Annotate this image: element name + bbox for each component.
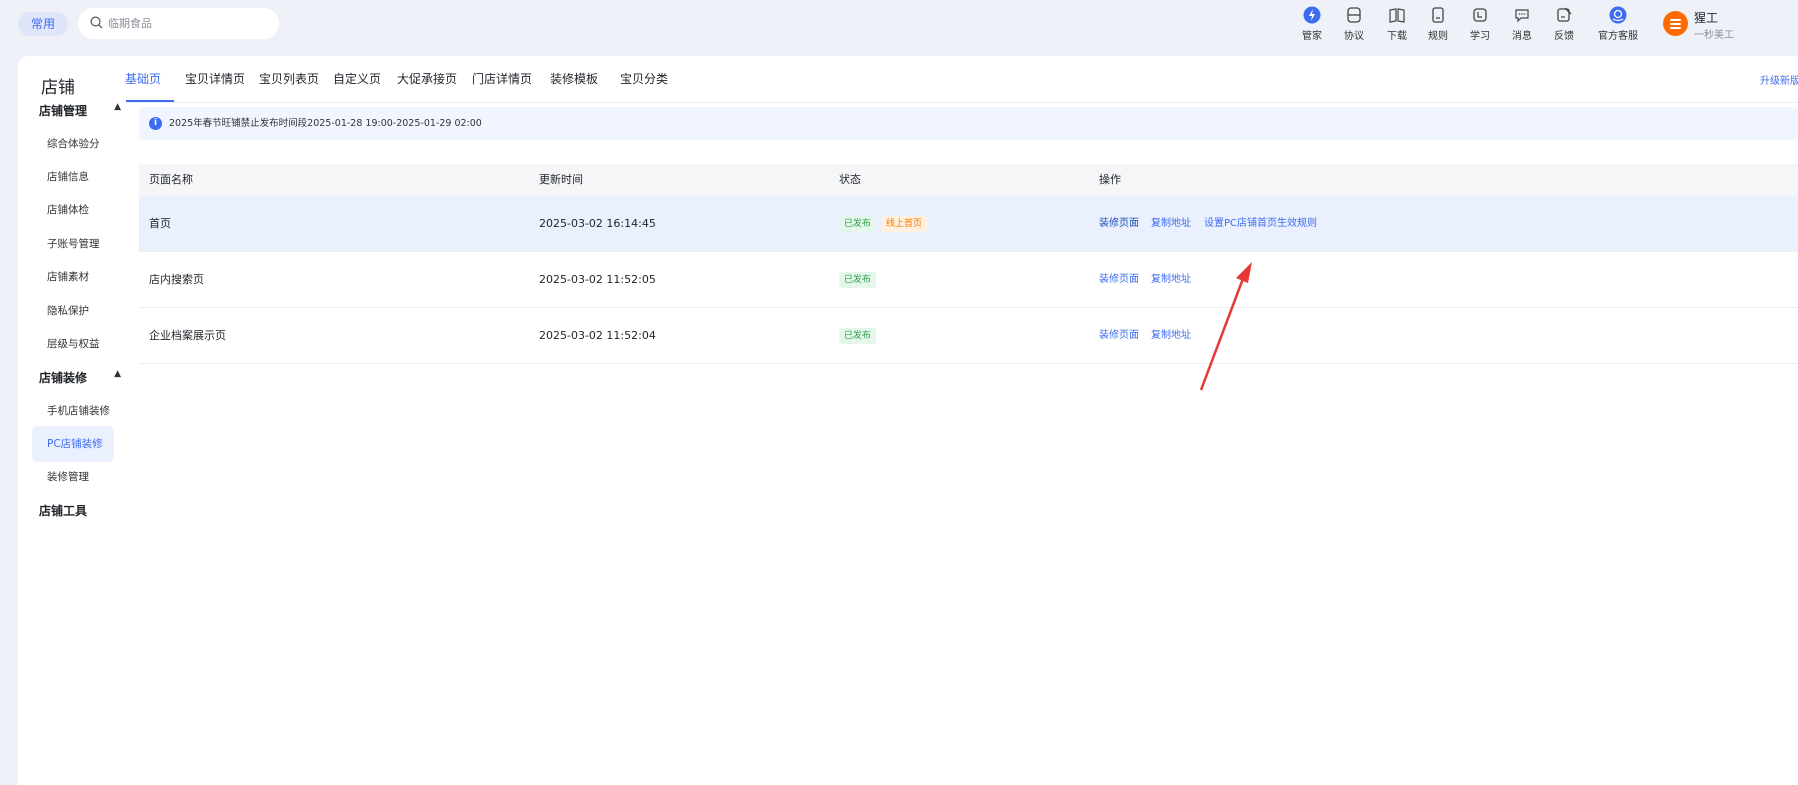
sidebar-item-decoration-management[interactable]: 装修管理 [47,469,89,484]
toolbar-label: 反馈 [1554,31,1574,42]
decorate-page-link[interactable]: 装修页面 [1099,308,1139,364]
page-name: 企业档案展示页 [149,329,226,342]
agreement-icon [1347,7,1361,23]
sidebar-item-level-rights[interactable]: 层级与权益 [47,336,100,351]
toolbar-message[interactable]: 消息 [1500,6,1544,42]
sidebar-item-label: PC店铺装修 [47,438,103,450]
table-row: 店内搜索页 2025-03-02 11:52:05 已发布 装修页面 复制地址 [139,252,1798,308]
main-panel: 店铺 店铺管理 ▲ 综合体验分 店铺信息 店铺体检 子账号管理 店铺素材 隐私保… [18,56,1798,785]
message-icon [1515,9,1529,23]
toolbar-butler[interactable]: 管家 [1290,6,1334,42]
status-badge: 线上首页 [881,216,928,232]
sidebar-item-store-info[interactable]: 店铺信息 [47,169,89,184]
table-header: 页面名称 更新时间 状态 操作 [139,164,1798,196]
status-badge: 已发布 [839,272,877,288]
page-name: 首页 [149,217,171,230]
tab-bar: 基础页 宝贝详情页 宝贝列表页 自定义页 大促承接页 门店详情页 装修模板 宝贝… [125,56,1798,103]
group-label: 店铺装修 [39,371,88,385]
update-time: 2025-03-02 11:52:05 [539,273,656,286]
toolbar-download[interactable]: 下载 [1375,6,1419,42]
tab-item-list[interactable]: 宝贝列表页 [259,70,319,87]
sidebar-item-store-checkup[interactable]: 店铺体检 [47,202,89,217]
copy-address-link[interactable]: 复制地址 [1151,308,1191,364]
toolbar-rules[interactable]: 规则 [1416,6,1460,42]
avatar[interactable] [1663,11,1688,36]
table-row: 企业档案展示页 2025-03-02 11:52:04 已发布 装修页面 复制地… [139,308,1798,364]
tab-basic[interactable]: 基础页 [125,70,161,87]
toolbar-label: 学习 [1470,31,1490,42]
column-header: 页面名称 [149,173,193,186]
toolbar-label: 消息 [1512,31,1532,42]
toolbar-agreement[interactable]: 协议 [1332,6,1376,42]
column-header: 更新时间 [539,173,583,186]
status-badge: 已发布 [839,216,877,232]
column-header: 操作 [1099,173,1121,186]
tab-custom[interactable]: 自定义页 [333,70,381,87]
toolbar-label: 官方客服 [1598,31,1638,42]
upgrade-link[interactable]: 升级新版 [1760,72,1798,87]
feedback-icon [1557,7,1572,22]
homepage-rules-link[interactable]: 设置PC店铺首页生效规则 [1204,196,1317,252]
search-icon [90,16,103,29]
tab-categories[interactable]: 宝贝分类 [620,70,668,87]
info-icon: i [149,117,162,130]
sidebar-item-mobile-decoration[interactable]: 手机店铺装修 [47,403,110,418]
page-name: 店内搜索页 [149,273,204,286]
table-row: 首页 2025-03-02 16:14:45 已发布 线上首页 装修页面 复制地… [139,196,1798,252]
user-role: 一秒美工 [1694,30,1734,41]
toolbar-label: 管家 [1302,31,1322,42]
notice-text: 2025年春节旺铺禁止发布时间段2025-01-28 19:00-2025-01… [169,118,482,129]
rules-icon [1432,7,1444,23]
sidebar-group-store-management[interactable]: 店铺管理 ▲ [39,102,121,119]
learn-icon [1473,8,1487,22]
download-icon [1389,8,1405,23]
toolbar-service[interactable]: 官方客服 [1594,6,1642,42]
user-name: 猩工 [1694,11,1719,25]
butler-icon [1303,6,1321,24]
sidebar-item-pc-decoration[interactable]: PC店铺装修 [32,426,114,462]
tab-item-detail[interactable]: 宝贝详情页 [185,70,245,87]
tab-promo[interactable]: 大促承接页 [397,70,457,87]
decorate-page-link[interactable]: 装修页面 [1099,252,1139,308]
service-icon [1609,6,1627,24]
tab-templates[interactable]: 装修模板 [550,70,598,87]
group-label: 店铺管理 [39,104,88,118]
toolbar-feedback[interactable]: 反馈 [1542,6,1586,42]
sidebar-item-subaccount[interactable]: 子账号管理 [47,236,100,251]
top-bar: 常用 临期食品 管家 协议 下载 规则 学习 消息 反馈 官方客服 猩工 一秒美… [0,0,1798,56]
status-badge: 已发布 [839,328,877,344]
update-time: 2025-03-02 11:52:04 [539,329,656,342]
toolbar-label: 协议 [1344,31,1364,42]
search-input[interactable]: 临期食品 [108,8,152,39]
toolbar-label: 下载 [1387,31,1407,42]
search-box[interactable]: 临期食品 [78,8,279,39]
tab-store-detail[interactable]: 门店详情页 [472,70,532,87]
sidebar-title: 店铺 [41,78,75,98]
common-chip[interactable]: 常用 [18,12,68,36]
sidebar-item-store-assets[interactable]: 店铺素材 [47,269,89,284]
sidebar: 店铺 店铺管理 ▲ 综合体验分 店铺信息 店铺体检 子账号管理 店铺素材 隐私保… [18,56,128,785]
notice-bar: i 2025年春节旺铺禁止发布时间段2025-01-28 19:00-2025-… [139,107,1798,140]
decorate-page-link[interactable]: 装修页面 [1099,196,1139,252]
toolbar-learn[interactable]: 学习 [1458,6,1502,42]
sidebar-item-overall-score[interactable]: 综合体验分 [47,136,100,151]
toolbar-label: 规则 [1428,31,1448,42]
sidebar-group-store-decoration[interactable]: 店铺装修 ▲ [39,369,121,386]
tab-active-indicator [126,100,174,102]
chevron-up-icon[interactable]: ▲ [114,102,121,112]
sidebar-item-privacy[interactable]: 隐私保护 [47,303,89,318]
sidebar-group-store-tools[interactable]: 店铺工具 [39,502,121,519]
copy-address-link[interactable]: 复制地址 [1151,252,1191,308]
copy-address-link[interactable]: 复制地址 [1151,196,1191,252]
chevron-up-icon[interactable]: ▲ [114,369,121,379]
column-header: 状态 [839,173,861,186]
update-time: 2025-03-02 16:14:45 [539,217,656,230]
